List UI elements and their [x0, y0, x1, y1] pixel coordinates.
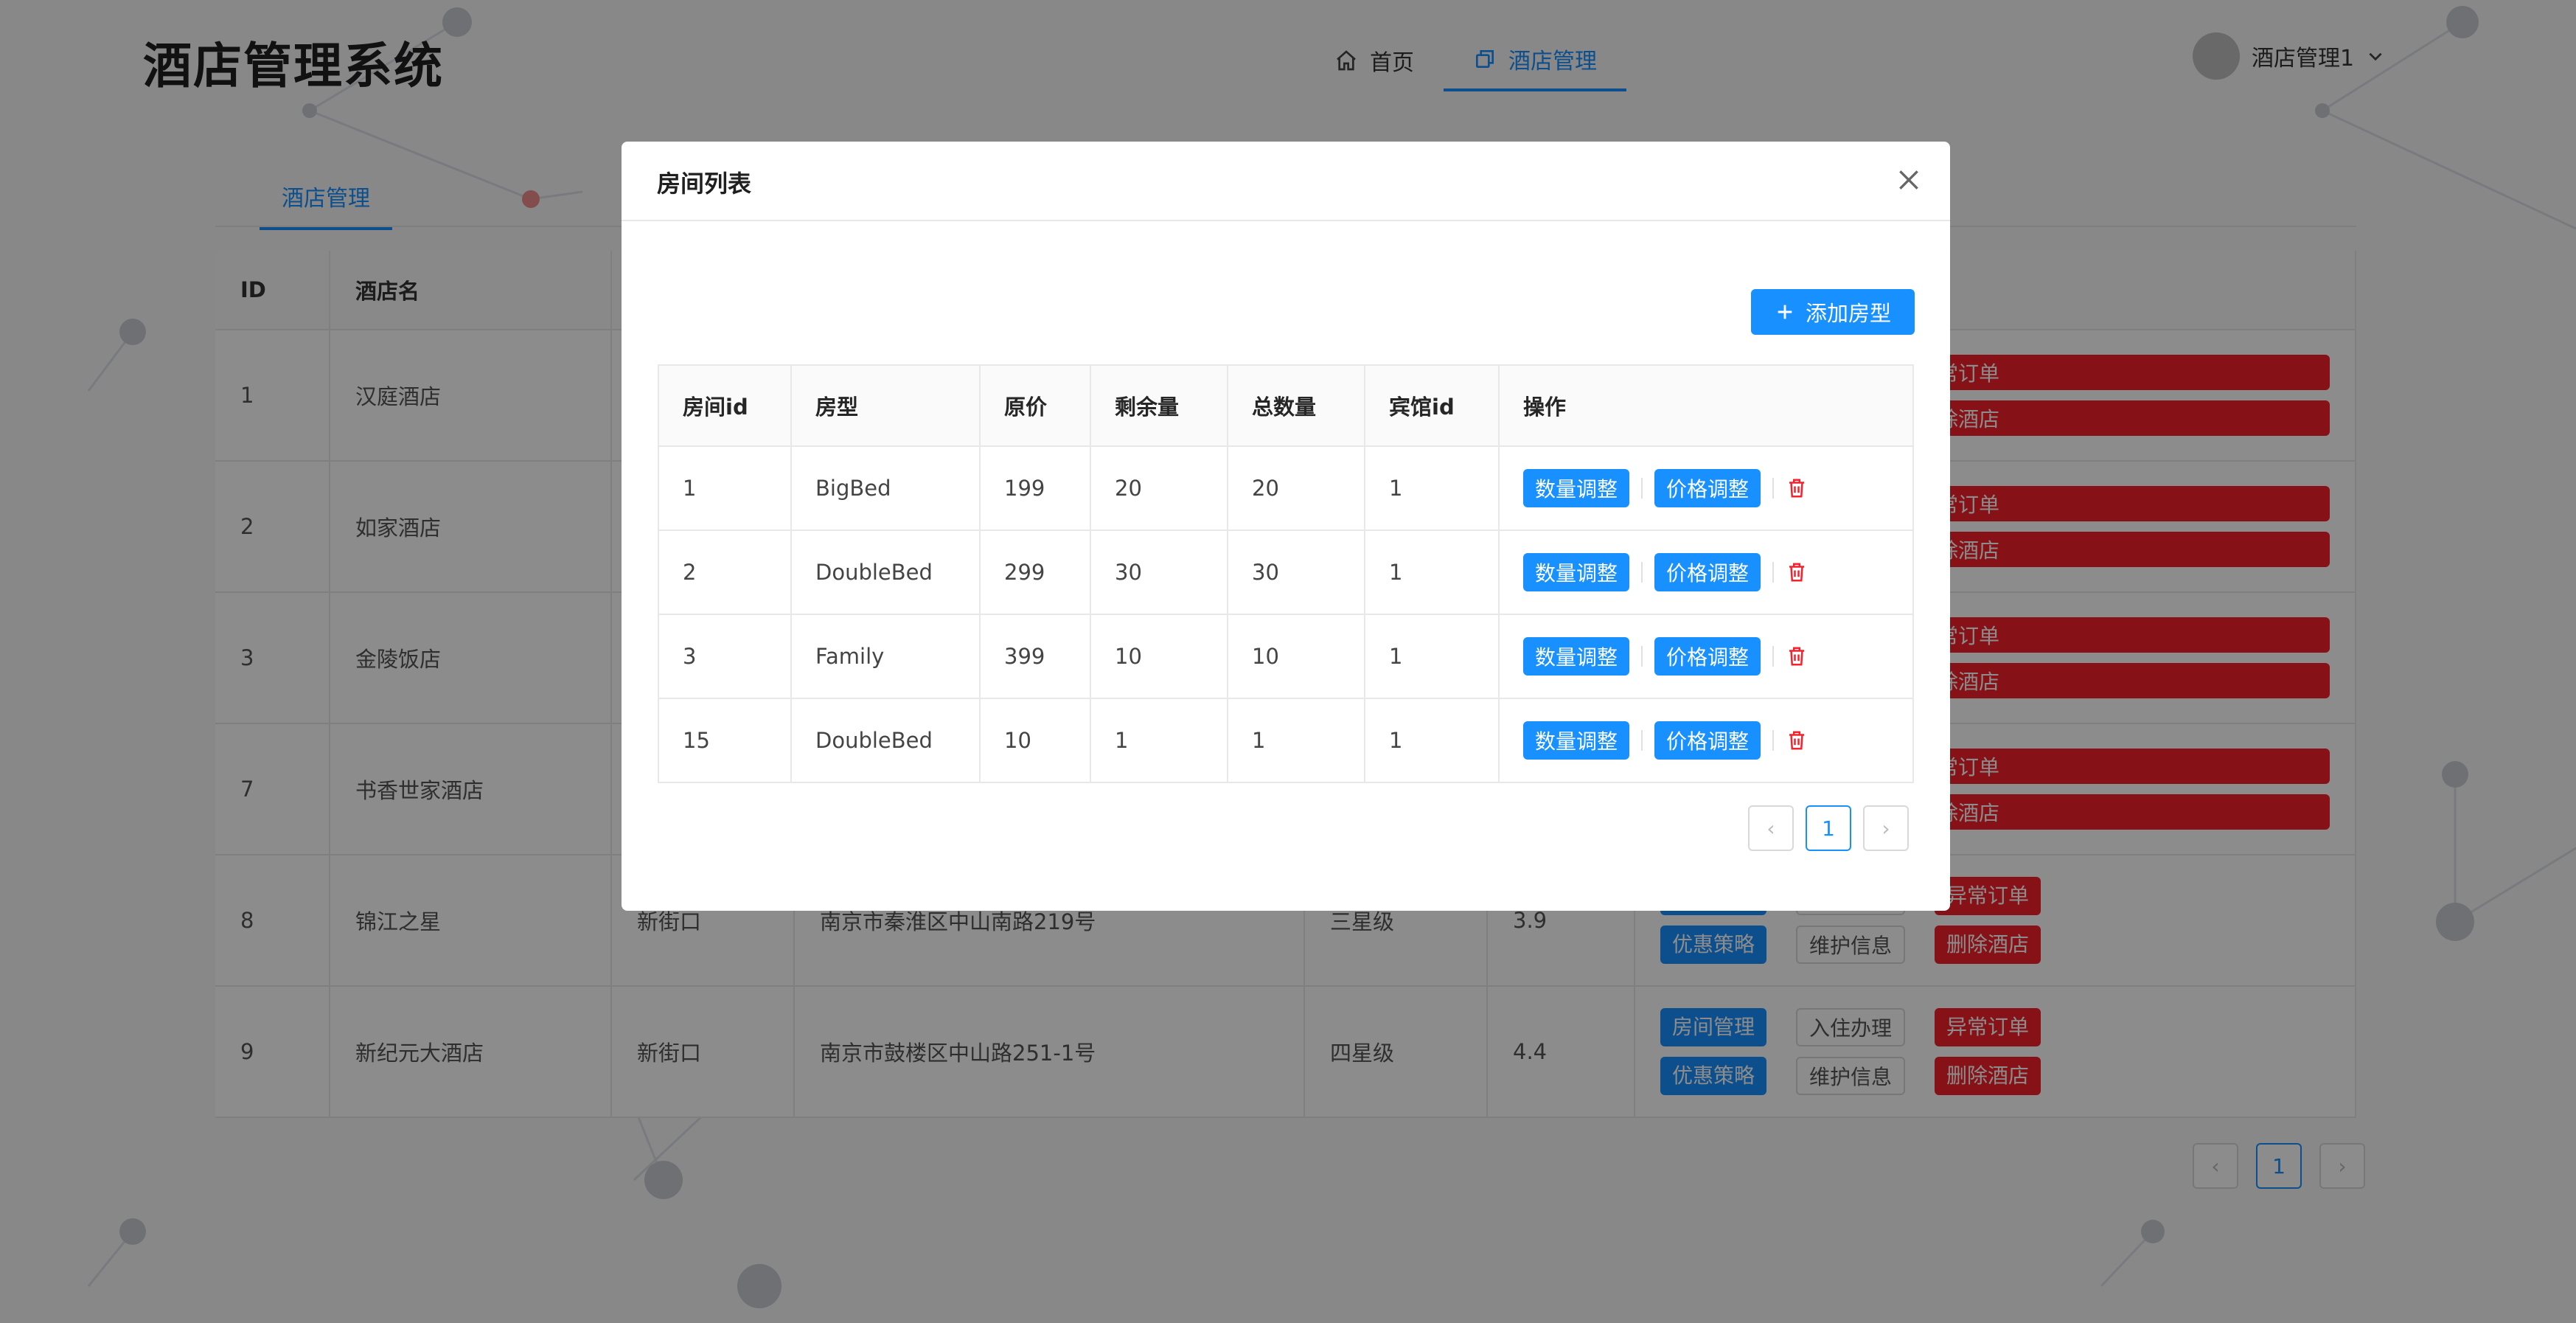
cell-room-type: Family: [790, 614, 981, 699]
col-remaining: 剩余量: [1090, 364, 1228, 447]
divider: [1641, 646, 1643, 667]
cell-room-type: BigBed: [790, 445, 981, 531]
divider: [1772, 730, 1775, 751]
adjust-price-button[interactable]: 价格调整: [1654, 553, 1761, 591]
cell-room-type: DoubleBed: [790, 529, 981, 615]
cell-actions: 数量调整 价格调整: [1498, 614, 1914, 699]
adjust-quantity-button[interactable]: 数量调整: [1523, 637, 1630, 676]
cell-remaining: 20: [1090, 445, 1228, 531]
modal-title: 房间列表: [657, 170, 752, 198]
col-room-type: 房型: [790, 364, 981, 447]
cell-total: 30: [1227, 529, 1365, 615]
cell-price: 399: [979, 614, 1091, 699]
table-row: 15 DoubleBed 10 1 1 1 数量调整 价格调整: [658, 698, 1914, 783]
cell-room-id: 3: [658, 614, 792, 699]
cell-hotel-id: 1: [1364, 529, 1500, 615]
modal-header: 房间列表: [622, 142, 1950, 221]
cell-hotel-id: 1: [1364, 445, 1500, 531]
adjust-price-button[interactable]: 价格调整: [1654, 721, 1761, 760]
cell-hotel-id: 1: [1364, 698, 1500, 783]
divider: [1772, 646, 1775, 667]
cell-actions: 数量调整 价格调整: [1498, 698, 1914, 783]
cell-total: 1: [1227, 698, 1365, 783]
plus-icon: [1778, 305, 1792, 319]
col-hotel-id: 宾馆id: [1364, 364, 1500, 447]
col-price: 原价: [979, 364, 1091, 447]
close-icon[interactable]: [1894, 165, 1924, 195]
cell-price: 199: [979, 445, 1091, 531]
col-actions: 操作: [1498, 364, 1914, 447]
cell-total: 10: [1227, 614, 1365, 699]
cell-remaining: 1: [1090, 698, 1228, 783]
cell-hotel-id: 1: [1364, 614, 1500, 699]
cell-remaining: 30: [1090, 529, 1228, 615]
table-header-row: 房间id 房型 原价 剩余量 总数量 宾馆id 操作: [658, 364, 1914, 447]
prev-page-button[interactable]: ‹: [1748, 805, 1794, 851]
adjust-quantity-button[interactable]: 数量调整: [1523, 553, 1630, 591]
cell-total: 20: [1227, 445, 1365, 531]
room-table-pagination: ‹ 1 ›: [1748, 805, 1909, 851]
adjust-quantity-button[interactable]: 数量调整: [1523, 469, 1630, 507]
add-room-type-button[interactable]: 添加房型: [1751, 289, 1915, 335]
adjust-price-button[interactable]: 价格调整: [1654, 637, 1761, 676]
chevron-left-icon: ‹: [1766, 816, 1775, 841]
room-list-modal: 房间列表 添加房型 房间id 房型 原价 剩余量 总数量 宾馆id 操作 1 B…: [622, 142, 1950, 911]
table-row: 1 BigBed 199 20 20 1 数量调整 价格调整: [658, 445, 1914, 531]
col-total: 总数量: [1227, 364, 1365, 447]
room-table: 房间id 房型 原价 剩余量 总数量 宾馆id 操作 1 BigBed 199 …: [658, 364, 1914, 783]
next-page-button[interactable]: ›: [1863, 805, 1909, 851]
adjust-price-button[interactable]: 价格调整: [1654, 469, 1761, 507]
delete-icon[interactable]: [1786, 729, 1808, 751]
cell-actions: 数量调整 价格调整: [1498, 445, 1914, 531]
delete-icon[interactable]: [1786, 477, 1808, 499]
page-number-button[interactable]: 1: [1806, 805, 1851, 851]
cell-remaining: 10: [1090, 614, 1228, 699]
col-room-id: 房间id: [658, 364, 792, 447]
delete-icon[interactable]: [1786, 645, 1808, 667]
table-row: 3 Family 399 10 10 1 数量调整 价格调整: [658, 614, 1914, 699]
table-row: 2 DoubleBed 299 30 30 1 数量调整 价格调整: [658, 529, 1914, 615]
divider: [1772, 562, 1775, 583]
add-room-type-label: 添加房型: [1805, 301, 1891, 326]
cell-room-id: 2: [658, 529, 792, 615]
cell-room-id: 1: [658, 445, 792, 531]
divider: [1641, 562, 1643, 583]
cell-actions: 数量调整 价格调整: [1498, 529, 1914, 615]
divider: [1772, 478, 1775, 499]
chevron-right-icon: ›: [1881, 816, 1890, 841]
divider: [1641, 478, 1643, 499]
adjust-quantity-button[interactable]: 数量调整: [1523, 721, 1630, 760]
cell-room-id: 15: [658, 698, 792, 783]
cell-room-type: DoubleBed: [790, 698, 981, 783]
cell-price: 10: [979, 698, 1091, 783]
divider: [1641, 730, 1643, 751]
cell-price: 299: [979, 529, 1091, 615]
delete-icon[interactable]: [1786, 561, 1808, 583]
